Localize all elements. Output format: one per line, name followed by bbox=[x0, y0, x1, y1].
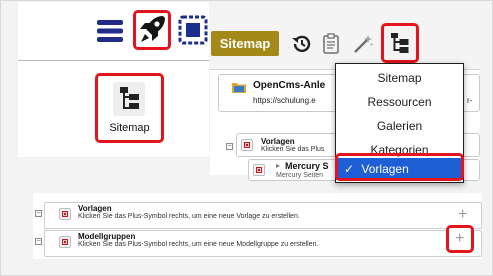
list-row-title: Vorlagen bbox=[78, 204, 112, 213]
sitemap-tree-icon bbox=[391, 33, 409, 53]
clipboard-icon[interactable] bbox=[322, 33, 340, 55]
list-row-description: Klicken Sie das Plus-Symbol rechts, um e… bbox=[78, 241, 319, 248]
menu-icon[interactable] bbox=[97, 18, 123, 44]
expand-toggle-icon[interactable]: − bbox=[226, 143, 233, 150]
sitemap-tile[interactable]: Sitemap bbox=[95, 73, 164, 143]
list-row-description: Klicken Sie das Plus-Symbol rechts, um e… bbox=[78, 213, 300, 220]
tree-row-title: Vorlagen bbox=[261, 137, 295, 146]
tree-child-description: Mercury Seiten bbox=[276, 172, 324, 179]
sitemap-view-button[interactable] bbox=[381, 23, 419, 63]
site-url[interactable]: https://schulung.e bbox=[253, 96, 316, 105]
launcher-button[interactable] bbox=[133, 10, 171, 50]
rocket-icon bbox=[140, 16, 165, 42]
site-title: OpenCms-Anle bbox=[253, 80, 326, 91]
template-type-icon bbox=[253, 164, 265, 176]
tree-row-description: Klicken Sie das Plus bbox=[261, 146, 325, 153]
folder-icon bbox=[232, 80, 246, 93]
menu-item-galerien[interactable]: Galerien bbox=[336, 115, 463, 137]
clipped-toolbar-icon[interactable] bbox=[177, 12, 209, 48]
tree-child-title: Mercury S bbox=[285, 161, 329, 171]
expand-toggle-icon[interactable]: − bbox=[35, 210, 42, 217]
list-row-title: Modellgruppen bbox=[78, 232, 136, 241]
sitemap-icon bbox=[113, 82, 145, 116]
sitemap-mode-button[interactable]: Sitemap bbox=[211, 31, 279, 56]
container-type-icon bbox=[241, 139, 253, 151]
add-modellgruppe-button[interactable]: + bbox=[446, 225, 474, 253]
container-type-icon bbox=[59, 208, 71, 220]
vorlagen-highlight bbox=[335, 153, 464, 181]
container-type-icon bbox=[59, 236, 71, 248]
sitemap-tile-label: Sitemap bbox=[109, 122, 150, 134]
site-url-suffix: r- bbox=[467, 96, 473, 105]
add-icon[interactable]: + bbox=[458, 207, 467, 223]
toolbar-divider bbox=[18, 60, 209, 61]
add-icon: + bbox=[455, 230, 465, 247]
menu-item-sitemap[interactable]: Sitemap bbox=[336, 67, 463, 89]
magic-wand-icon[interactable] bbox=[352, 33, 374, 55]
expand-toggle-icon[interactable]: − bbox=[35, 238, 42, 245]
chevron-right-icon[interactable]: ▸ bbox=[276, 161, 280, 170]
menu-item-ressourcen[interactable]: Ressourcen bbox=[336, 91, 463, 113]
history-icon[interactable] bbox=[291, 33, 313, 55]
